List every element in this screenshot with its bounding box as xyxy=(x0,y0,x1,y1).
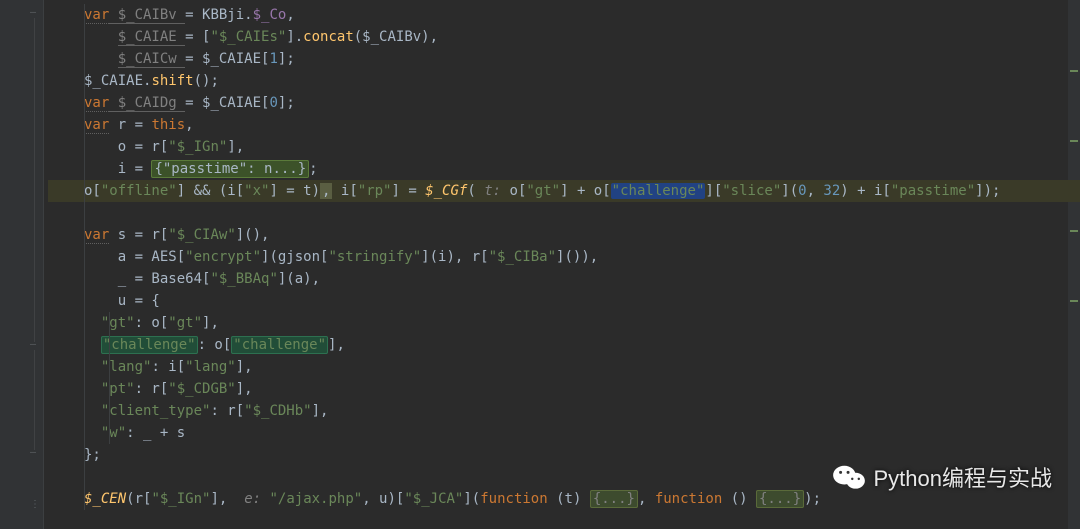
code-line[interactable]: $_CAIAE = ["$_CAIEs"].concat($_CAIBv), xyxy=(48,26,1080,48)
code-line[interactable]: var $_CAIDg = $_CAIAE[0]; xyxy=(48,92,1080,114)
code-line[interactable] xyxy=(48,202,1080,224)
folded-region[interactable]: {...} xyxy=(590,490,638,508)
code-line[interactable]: "lang": i["lang"], xyxy=(48,356,1080,378)
selected-text: "challenge" xyxy=(611,183,706,199)
code-line-current[interactable]: o["offline"] && (i["x"] = t), i["rp"] = … xyxy=(48,180,1080,202)
watermark-text: Python编程与实战 xyxy=(874,461,1053,493)
code-line[interactable]: _ = Base64["$_BBAq"](a), xyxy=(48,268,1080,290)
code-editor[interactable]: — — — ⋮ var $_CAIBv = KBBji.$_Co, $_CAIA… xyxy=(0,0,1080,529)
code-line[interactable]: "w": _ + s xyxy=(48,422,1080,444)
folded-region[interactable]: {...} xyxy=(756,490,804,508)
code-line[interactable]: "gt": o["gt"], xyxy=(48,312,1080,334)
code-line[interactable]: o = r["$_IGn"], xyxy=(48,136,1080,158)
code-line[interactable]: var $_CAIBv = KBBji.$_Co, xyxy=(48,4,1080,26)
gutter: — — — ⋮ xyxy=(0,0,44,529)
code-line[interactable]: a = AES["encrypt"](gjson["stringify"](i)… xyxy=(48,246,1080,268)
match-highlight: "challenge" xyxy=(101,336,198,354)
code-line[interactable]: u = { xyxy=(48,290,1080,312)
fold-marker-icon[interactable]: — xyxy=(30,8,40,18)
code-line[interactable]: "pt": r["$_CDGB"], xyxy=(48,378,1080,400)
match-highlight: "challenge" xyxy=(231,336,328,354)
code-line[interactable]: i = {"passtime": n...}; xyxy=(48,158,1080,180)
fold-line-icon xyxy=(34,350,35,450)
code-line[interactable]: "client_type": r["$_CDHb"], xyxy=(48,400,1080,422)
code-area[interactable]: var $_CAIBv = KBBji.$_Co, $_CAIAE = ["$_… xyxy=(48,0,1080,510)
fold-marker-icon[interactable]: — xyxy=(30,340,40,350)
code-line[interactable]: var s = r["$_CIAw"](), xyxy=(48,224,1080,246)
code-line[interactable]: $_CAICw = $_CAIAE[1]; xyxy=(48,48,1080,70)
fold-marker-icon[interactable]: — xyxy=(30,448,40,458)
wechat-icon xyxy=(832,463,866,491)
fold-marker-icon[interactable]: ⋮ xyxy=(30,500,40,510)
code-line[interactable]: "challenge": o["challenge"], xyxy=(48,334,1080,356)
code-line[interactable]: $_CAIAE.shift(); xyxy=(48,70,1080,92)
watermark: Python编程与实战 xyxy=(832,461,1053,493)
fold-line-icon xyxy=(34,18,35,342)
caret-box: , xyxy=(320,183,332,199)
folded-region[interactable]: {"passtime": n...} xyxy=(151,160,309,178)
code-line[interactable]: var r = this, xyxy=(48,114,1080,136)
